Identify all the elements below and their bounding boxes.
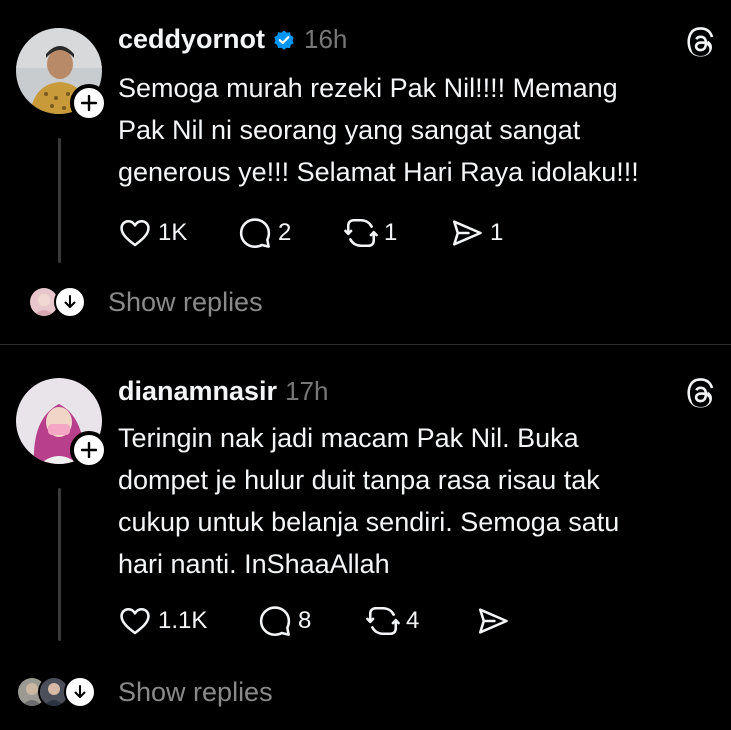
reply-button[interactable]: 2 bbox=[238, 216, 344, 250]
send-icon bbox=[478, 608, 508, 634]
thread-post: ceddyornot 16h Semoga murah rezeki Pak N… bbox=[0, 0, 731, 344]
like-count: 1.1K bbox=[158, 607, 208, 634]
comment-icon bbox=[259, 606, 291, 637]
heart-icon bbox=[120, 219, 150, 247]
timestamp: 17h bbox=[285, 376, 329, 406]
repost-icon bbox=[366, 606, 400, 636]
like-button[interactable]: 1K bbox=[118, 216, 238, 250]
plus-icon bbox=[81, 95, 97, 111]
share-count: 1 bbox=[490, 219, 504, 246]
post-text: Semoga murah rezeki Pak Nil!!!! Memang P… bbox=[118, 73, 639, 187]
expand-button[interactable] bbox=[64, 676, 96, 708]
share-button[interactable] bbox=[476, 604, 516, 638]
repost-icon bbox=[344, 218, 378, 248]
show-replies-row[interactable]: Show replies bbox=[28, 286, 263, 318]
arrow-down-icon bbox=[74, 685, 86, 698]
repost-button[interactable]: 4 bbox=[366, 604, 476, 638]
send-icon bbox=[452, 220, 482, 246]
divider bbox=[0, 344, 731, 345]
reply-count: 2 bbox=[278, 219, 292, 246]
timestamp: 16h bbox=[304, 24, 348, 54]
reply-button[interactable]: 8 bbox=[258, 604, 366, 638]
follow-button[interactable] bbox=[70, 84, 108, 122]
thread-post: dianamnasir 17h Teringin nak jadi macam … bbox=[0, 346, 731, 730]
action-bar: 1.1K 8 4 bbox=[118, 604, 516, 638]
heart-icon bbox=[120, 607, 150, 635]
username[interactable]: ceddyornot bbox=[118, 24, 265, 55]
action-bar: 1K 2 1 1 bbox=[118, 216, 503, 250]
plus-icon bbox=[81, 442, 97, 458]
verified-badge-icon bbox=[274, 30, 294, 50]
follow-button[interactable] bbox=[70, 431, 108, 469]
like-button[interactable]: 1.1K bbox=[118, 604, 258, 638]
post-header: dianamnasir 17h bbox=[118, 376, 328, 407]
threads-logo-icon[interactable] bbox=[687, 378, 717, 408]
thread-line bbox=[58, 488, 61, 641]
post-header: ceddyornot 16h bbox=[118, 24, 347, 55]
username[interactable]: dianamnasir bbox=[118, 376, 277, 407]
reply-count: 8 bbox=[298, 607, 312, 634]
show-replies-link[interactable]: Show replies bbox=[108, 287, 263, 318]
like-count: 1K bbox=[158, 219, 188, 246]
repost-count: 1 bbox=[384, 219, 398, 246]
arrow-down-icon bbox=[64, 295, 76, 308]
share-button[interactable]: 1 bbox=[450, 216, 503, 250]
repost-count: 4 bbox=[406, 607, 420, 634]
expand-button[interactable] bbox=[54, 286, 86, 318]
thread-line bbox=[58, 138, 61, 263]
show-replies-link[interactable]: Show replies bbox=[118, 677, 273, 708]
threads-logo-icon[interactable] bbox=[687, 27, 717, 57]
repost-button[interactable]: 1 bbox=[344, 216, 450, 250]
comment-icon bbox=[239, 218, 271, 249]
show-replies-row[interactable]: Show replies bbox=[16, 676, 273, 708]
post-text: Teringin nak jadi macam Pak Nil. Buka do… bbox=[118, 423, 620, 579]
